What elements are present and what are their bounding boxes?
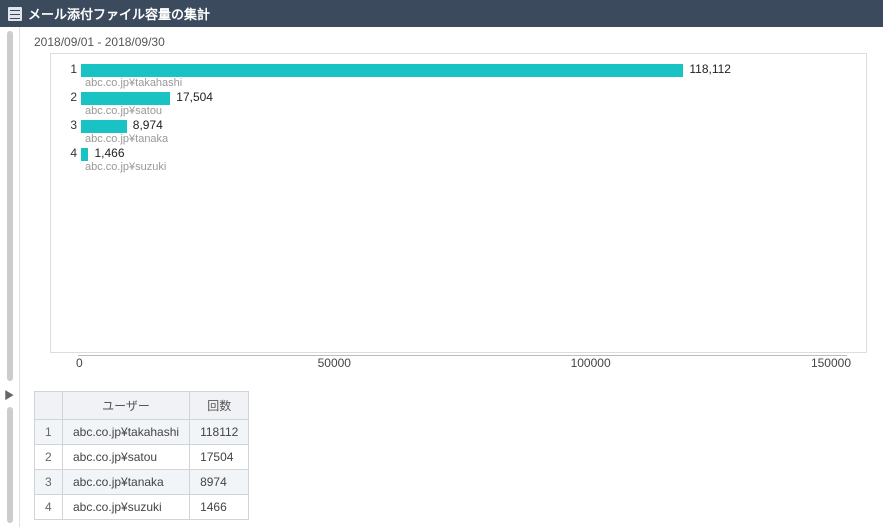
cell-count: 118112 [190, 420, 249, 445]
table-row[interactable]: 1abc.co.jp¥takahashi118112 [35, 420, 249, 445]
bar-rank: 3 [61, 118, 77, 132]
bar-value: 1,466 [94, 146, 124, 160]
bar-row: 1118,112abc.co.jp¥takahashi [81, 62, 846, 90]
col-count[interactable]: 回数 [190, 392, 249, 420]
bar-rank: 1 [61, 62, 77, 76]
bar-row: 217,504abc.co.jp¥satou [81, 90, 846, 118]
panel-handle-top[interactable] [0, 27, 19, 385]
x-axis: 0 50000 100000 150000 [78, 355, 847, 373]
x-tick: 0 [76, 356, 83, 370]
date-range: 2018/09/01 - 2018/09/30 [30, 33, 873, 53]
cell-count: 1466 [190, 495, 249, 520]
cell-count: 17504 [190, 445, 249, 470]
cell-user: abc.co.jp¥tanaka [63, 470, 190, 495]
bar-rank: 2 [61, 90, 77, 104]
bar-row: 38,974abc.co.jp¥tanaka [81, 118, 846, 146]
table-row[interactable]: 2abc.co.jp¥satou17504 [35, 445, 249, 470]
panel-handle-bottom[interactable] [0, 403, 19, 527]
x-tick: 50000 [318, 356, 351, 370]
cell-user: abc.co.jp¥satou [63, 445, 190, 470]
x-tick: 150000 [811, 356, 851, 370]
bar-label: abc.co.jp¥tanaka [85, 133, 168, 145]
data-table: ユーザー 回数 1abc.co.jp¥takahashi1181122abc.c… [34, 391, 249, 520]
bar-chart: 1 118,112 abc.co.jp¥takahashi 2 17,504 abc.co… [50, 53, 867, 353]
report-icon [8, 7, 22, 21]
expand-toggle[interactable]: ▶ [0, 385, 19, 403]
cell-index: 3 [35, 470, 63, 495]
x-tick: 100000 [571, 356, 611, 370]
bar-value: 17,504 [176, 90, 213, 104]
bar-label: abc.co.jp¥suzuki [85, 161, 166, 173]
col-index[interactable] [35, 392, 63, 420]
cell-index: 2 [35, 445, 63, 470]
bar-row: 41,466abc.co.jp¥suzuki [81, 146, 846, 174]
content-area: 2018/09/01 - 2018/09/30 1 118,112 abc.co.j… [20, 27, 883, 527]
bar-label: abc.co.jp¥takahashi [85, 77, 182, 89]
left-gutter: ▶ [0, 27, 20, 527]
cell-user: abc.co.jp¥takahashi [63, 420, 190, 445]
bar-fill [81, 148, 88, 161]
bar-label: abc.co.jp¥satou [85, 105, 162, 117]
cell-user: abc.co.jp¥suzuki [63, 495, 190, 520]
window-header: メール添付ファイル容量の集計 [0, 0, 883, 27]
cell-index: 1 [35, 420, 63, 445]
bar-fill [81, 92, 170, 105]
table-row[interactable]: 3abc.co.jp¥tanaka8974 [35, 470, 249, 495]
table-row[interactable]: 4abc.co.jp¥suzuki1466 [35, 495, 249, 520]
bar-value: 8,974 [133, 118, 163, 132]
window-title: メール添付ファイル容量の集計 [28, 4, 210, 23]
col-user[interactable]: ユーザー [63, 392, 190, 420]
data-table-wrap: ユーザー 回数 1abc.co.jp¥takahashi1181122abc.c… [34, 391, 873, 520]
bar-fill [81, 64, 683, 77]
bar-rank: 4 [61, 146, 77, 160]
bar-value: 118,112 [689, 62, 731, 76]
cell-index: 4 [35, 495, 63, 520]
cell-count: 8974 [190, 470, 249, 495]
bar-fill [81, 120, 127, 133]
